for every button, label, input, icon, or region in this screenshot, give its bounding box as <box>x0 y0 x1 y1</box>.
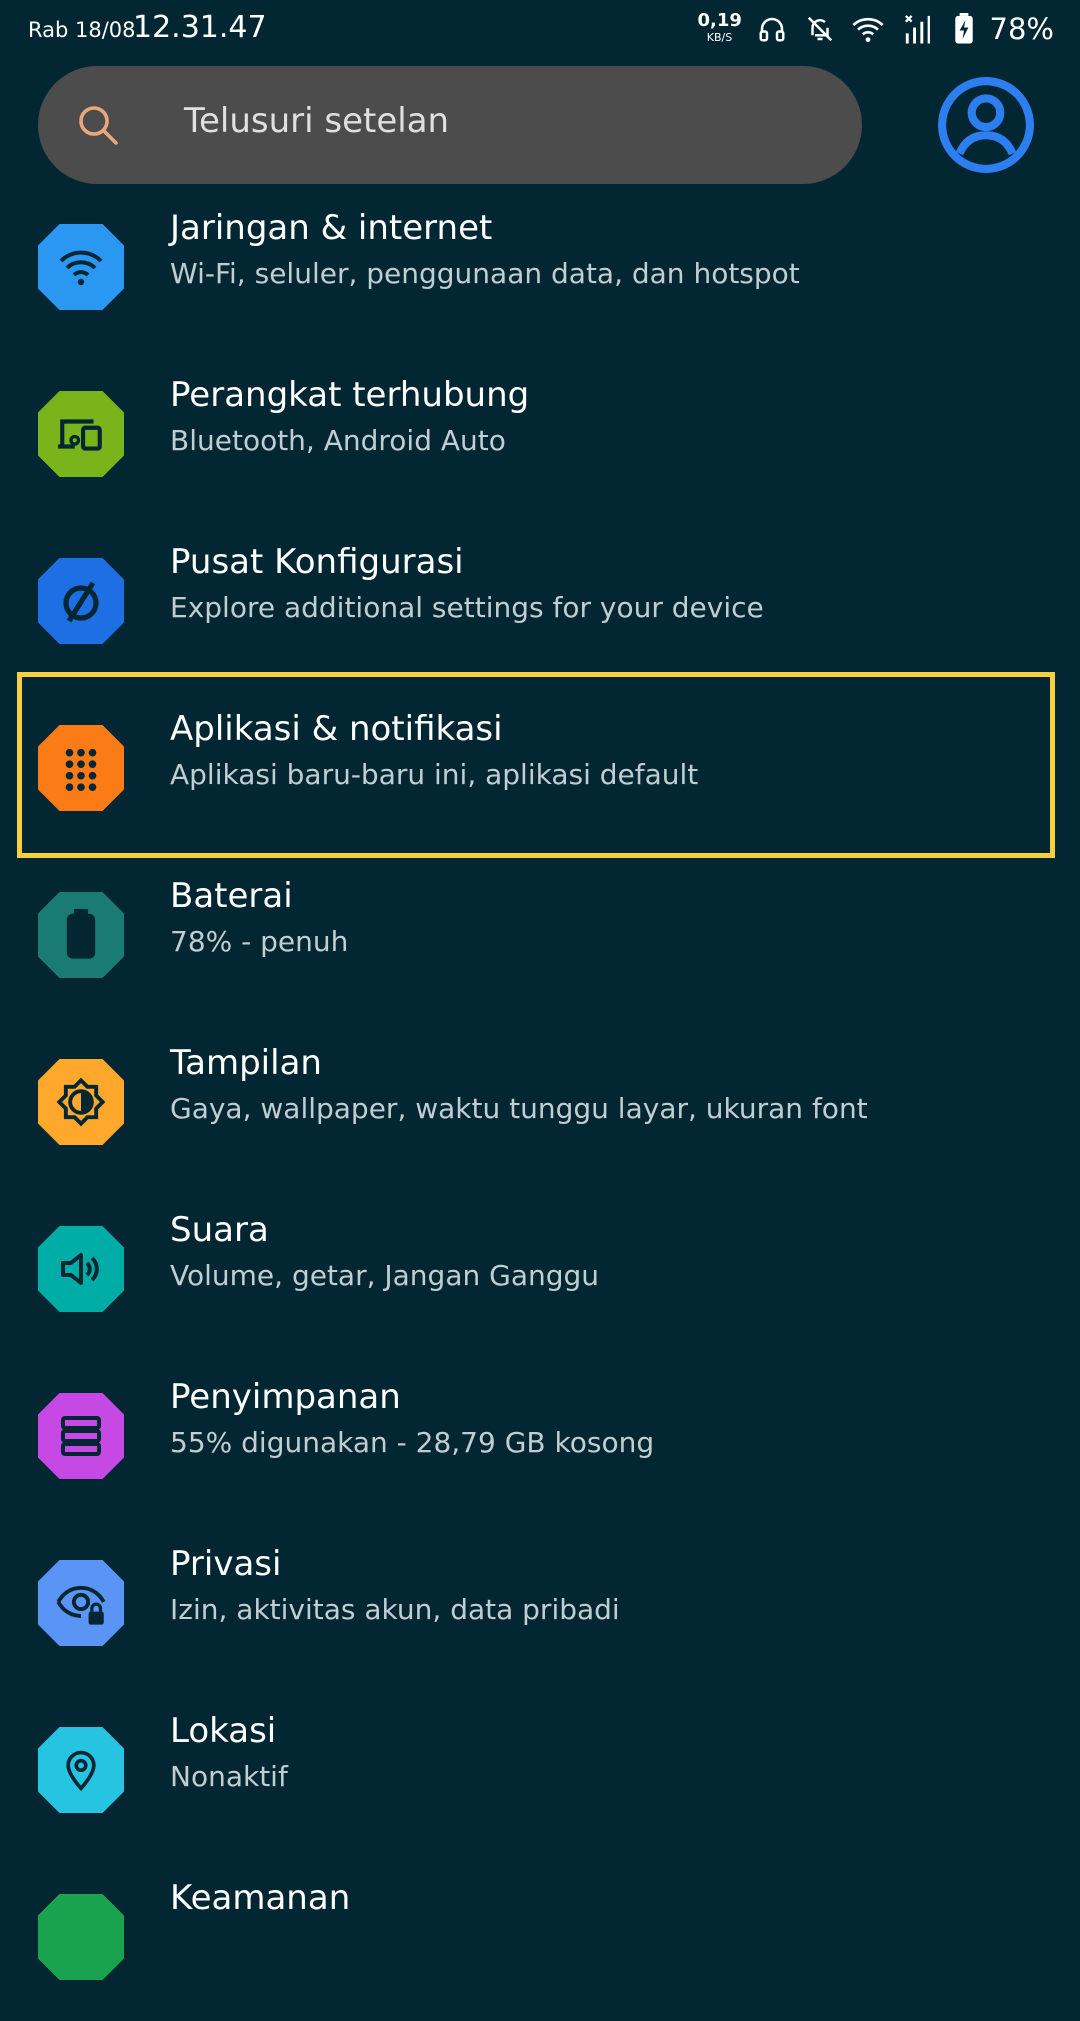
bell-off-icon <box>804 13 836 45</box>
account-avatar-button[interactable] <box>937 76 1035 174</box>
battery-charging-icon <box>948 13 980 45</box>
settings-item-title: Pusat Konfigurasi <box>170 542 464 582</box>
battery-icon <box>38 892 124 978</box>
devices-icon <box>38 391 124 477</box>
brightness-icon <box>38 1059 124 1145</box>
settings-item-subtitle: Volume, getar, Jangan Ganggu <box>170 1259 600 1292</box>
settings-item-subtitle: Gaya, wallpaper, waktu tunggu layar, uku… <box>170 1092 868 1125</box>
settings-item-subtitle: Wi-Fi, seluler, penggunaan data, dan hot… <box>170 257 800 290</box>
headphones-icon <box>756 13 788 45</box>
settings-item-security[interactable]: Keamanan <box>0 1854 1080 2021</box>
net-speed: 0,19 KB/S <box>698 9 742 49</box>
settings-item-title: Penyimpanan <box>170 1377 401 1417</box>
signal-no-service-icon <box>900 13 932 45</box>
status-date: Rab 18/08 <box>28 18 136 42</box>
status-bar: Rab 18/08 12.31.47 0,19 KB/S 78% <box>0 0 1080 58</box>
settings-item-privacy[interactable]: Privasi Izin, aktivitas akun, data priba… <box>0 1520 1080 1687</box>
settings-item-apps-notifications[interactable]: Aplikasi & notifikasi Aplikasi baru-baru… <box>0 685 1080 852</box>
settings-item-title: Aplikasi & notifikasi <box>170 709 503 749</box>
status-time: 12.31.47 <box>133 10 267 45</box>
settings-item-config-center[interactable]: Pusat Konfigurasi Explore additional set… <box>0 518 1080 685</box>
search-bar[interactable]: Telusuri setelan <box>38 66 862 184</box>
settings-item-subtitle: Aplikasi baru-baru ini, aplikasi default <box>170 758 699 791</box>
search-icon <box>74 101 122 149</box>
settings-item-title: Baterai <box>170 876 293 916</box>
settings-item-title: Lokasi <box>170 1711 277 1751</box>
settings-item-storage[interactable]: Penyimpanan 55% digunakan - 28,79 GB kos… <box>0 1353 1080 1520</box>
settings-item-title: Tampilan <box>170 1043 322 1083</box>
settings-item-subtitle: 55% digunakan - 28,79 GB kosong <box>170 1426 655 1459</box>
settings-item-title: Keamanan <box>170 1878 351 1918</box>
privacy-eye-icon <box>38 1560 124 1646</box>
apps-grid-icon <box>38 725 124 811</box>
speaker-icon <box>38 1226 124 1312</box>
settings-item-title: Privasi <box>170 1544 282 1584</box>
settings-item-subtitle: 78% - penuh <box>170 925 349 958</box>
settings-item-battery[interactable]: Baterai 78% - penuh <box>0 852 1080 1019</box>
slashed-circle-icon <box>38 558 124 644</box>
search-placeholder: Telusuri setelan <box>184 101 450 141</box>
settings-item-title: Perangkat terhubung <box>170 375 530 415</box>
settings-item-network[interactable]: Jaringan & internet Wi-Fi, seluler, peng… <box>0 184 1080 351</box>
wifi-icon <box>38 224 124 310</box>
settings-item-location[interactable]: Lokasi Nonaktif <box>0 1687 1080 1854</box>
net-speed-unit: KB/S <box>706 31 733 44</box>
security-icon <box>38 1894 124 1980</box>
location-pin-icon <box>38 1727 124 1813</box>
battery-percent: 78% <box>989 12 1054 46</box>
settings-item-subtitle: Bluetooth, Android Auto <box>170 424 506 457</box>
settings-item-subtitle: Izin, aktivitas akun, data pribadi <box>170 1593 620 1626</box>
net-speed-value: 0,19 <box>697 10 742 31</box>
settings-item-connected-devices[interactable]: Perangkat terhubung Bluetooth, Android A… <box>0 351 1080 518</box>
settings-item-sound[interactable]: Suara Volume, getar, Jangan Ganggu <box>0 1186 1080 1353</box>
status-icons: 0,19 KB/S 78% <box>698 8 1054 50</box>
settings-item-subtitle: Nonaktif <box>170 1760 288 1793</box>
settings-item-display[interactable]: Tampilan Gaya, wallpaper, waktu tunggu l… <box>0 1019 1080 1186</box>
storage-icon <box>38 1393 124 1479</box>
settings-item-subtitle: Explore additional settings for your dev… <box>170 591 764 624</box>
wifi-status-icon <box>851 13 884 45</box>
settings-item-title: Jaringan & internet <box>170 208 493 248</box>
settings-item-title: Suara <box>170 1210 269 1250</box>
